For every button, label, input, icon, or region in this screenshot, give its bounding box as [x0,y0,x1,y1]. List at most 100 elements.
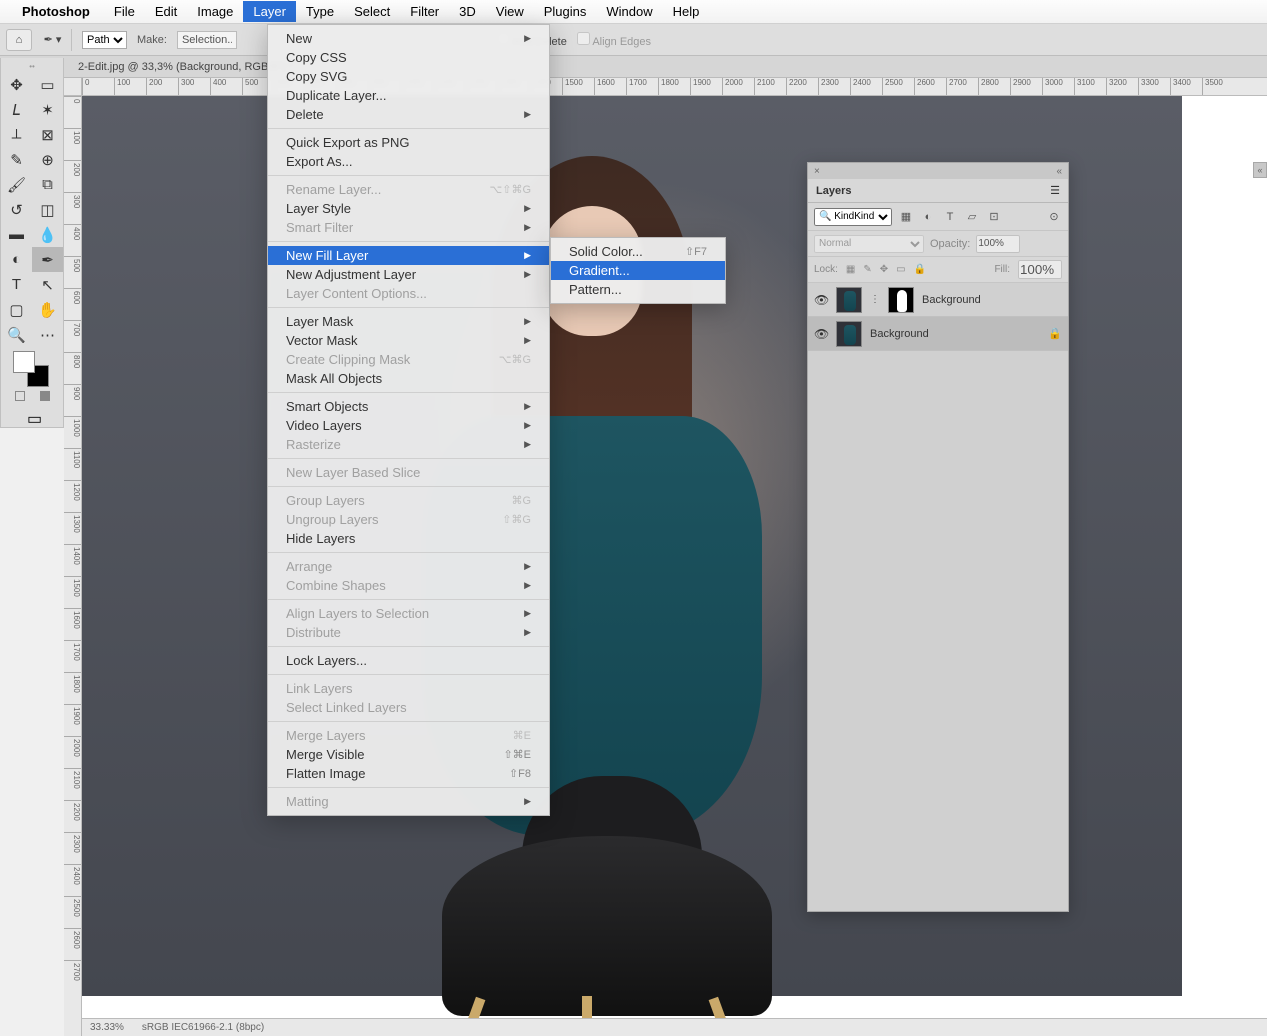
menu-image[interactable]: Image [187,1,243,22]
menu-item-delete[interactable]: Delete [268,105,549,124]
menu-item-layer-mask[interactable]: Layer Mask [268,312,549,331]
menu-item-mask-all-objects[interactable]: Mask All Objects [268,369,549,388]
brush-tool[interactable]: 🖌 [1,172,32,197]
path-select-tool[interactable]: ↖ [32,272,63,297]
selection-button[interactable] [177,31,237,49]
menu-layer[interactable]: Layer [243,1,296,22]
menu-item-hide-layers[interactable]: Hide Layers [268,529,549,548]
menu-edit[interactable]: Edit [145,1,187,22]
zoom-level[interactable]: 33.33% [90,1022,124,1033]
filter-pixel-icon[interactable]: ▦ [898,209,914,225]
visibility-icon[interactable]: 👁 [814,293,828,307]
visibility-icon[interactable]: 👁 [814,327,828,341]
standard-mode-icon[interactable] [15,391,25,401]
menu-plugins[interactable]: Plugins [534,1,597,22]
panel-close-icon[interactable]: × [814,166,820,177]
menu-item-video-layers[interactable]: Video Layers [268,416,549,435]
blend-mode-select[interactable]: Normal [814,235,924,253]
menu-item-solid-color[interactable]: Solid Color...⇧F7 [551,242,725,261]
eraser-tool[interactable]: ◫ [32,197,63,222]
layer-name[interactable]: Background [870,328,1040,340]
pen-tool[interactable]: ✒ [32,247,63,272]
filter-kind-select[interactable]: 🔍 KindKind [814,208,892,226]
menu-window[interactable]: Window [596,1,662,22]
shape-tool[interactable]: ▢ [1,297,32,322]
wand-tool[interactable]: ✶ [32,97,63,122]
screenmode-icon[interactable]: ▭ [27,409,37,419]
color-swatches[interactable] [1,347,63,387]
menu-item-pattern[interactable]: Pattern... [551,280,725,299]
lock-artboard-icon[interactable]: ▭ [896,264,905,275]
menu-item-new-fill-layer[interactable]: New Fill Layer [268,246,549,265]
menu-3d[interactable]: 3D [449,1,486,22]
fill-input[interactable] [1018,260,1062,279]
document-canvas[interactable] [82,96,1267,1018]
menu-item-vector-mask[interactable]: Vector Mask [268,331,549,350]
menu-item-duplicate-layer[interactable]: Duplicate Layer... [268,86,549,105]
filter-adjust-icon[interactable]: ◐ [920,209,936,225]
menu-filter[interactable]: Filter [400,1,449,22]
healing-tool[interactable]: ⊕ [32,147,63,172]
mask-thumbnail[interactable] [888,287,914,313]
lock-paint-icon[interactable]: ✎ [863,264,871,275]
layer-row[interactable]: 👁 Background 🔒 [808,317,1068,351]
menu-item-export-as[interactable]: Export As... [268,152,549,171]
home-button[interactable]: ⌂ [6,29,32,51]
move-tool[interactable]: ✥ [1,72,32,97]
filter-smart-icon[interactable]: ⊡ [986,209,1002,225]
frame-tool[interactable]: ⊠ [32,122,63,147]
lasso-tool[interactable]: 𝘓 [1,97,32,122]
menu-item-flatten-image[interactable]: Flatten Image⇧F8 [268,764,549,783]
current-tool-icon[interactable]: ✒ ▾ [42,29,72,51]
lock-all-icon[interactable]: 🔒 [914,264,926,275]
layer-thumbnail[interactable] [836,287,862,313]
foreground-color[interactable] [13,351,35,373]
ruler-horizontal[interactable]: 0100200300400500600700800900100011001200… [82,78,1267,96]
menu-type[interactable]: Type [296,1,344,22]
menu-item-copy-svg[interactable]: Copy SVG [268,67,549,86]
blur-tool[interactable]: 💧 [32,222,63,247]
ruler-vertical[interactable]: 0100200300400500600700800900100011001200… [64,96,82,1036]
lock-pixels-icon[interactable]: ▦ [846,264,855,275]
filter-shape-icon[interactable]: ▱ [964,209,980,225]
zoom-tool[interactable]: 🔍 [1,322,32,347]
layer-row[interactable]: 👁 ⋮ Background [808,283,1068,317]
opacity-input[interactable] [976,235,1020,253]
more-tools[interactable]: ⋯ [32,322,63,347]
menu-view[interactable]: View [486,1,534,22]
type-tool[interactable]: T [1,272,32,297]
layer-name[interactable]: Background [922,294,1062,306]
marquee-tool[interactable]: ▭ [32,72,63,97]
dodge-tool[interactable]: ◐ [1,247,32,272]
history-brush-tool[interactable]: ↺ [1,197,32,222]
panel-collapse-icon[interactable]: « [1056,166,1062,177]
mask-link-icon[interactable]: ⋮ [870,294,880,305]
mode-select[interactable]: Path [82,31,127,49]
menu-item-smart-objects[interactable]: Smart Objects [268,397,549,416]
eyedropper-tool[interactable]: ✎ [1,147,32,172]
menu-item-copy-css[interactable]: Copy CSS [268,48,549,67]
menu-select[interactable]: Select [344,1,400,22]
gradient-tool[interactable]: ▬ [1,222,32,247]
menu-help[interactable]: Help [663,1,710,22]
align-edges[interactable]: Align Edges [577,32,651,48]
panel-grip[interactable]: •• [1,62,63,72]
menu-item-lock-layers[interactable]: Lock Layers... [268,651,549,670]
stamp-tool[interactable]: ⧉ [32,172,63,197]
quickmask-icon[interactable] [40,391,50,401]
filter-toggle-icon[interactable]: ⊙ [1046,209,1062,225]
menu-item-new[interactable]: New [268,29,549,48]
menu-item-new-adjustment-layer[interactable]: New Adjustment Layer [268,265,549,284]
layers-tab[interactable]: Layers [816,185,851,197]
right-dock-expand-icon[interactable]: « [1253,162,1267,178]
lock-position-icon[interactable]: ✥ [880,264,888,275]
panel-menu-icon[interactable]: ☰ [1050,184,1060,197]
menu-item-quick-export-as-png[interactable]: Quick Export as PNG [268,133,549,152]
menu-file[interactable]: File [104,1,145,22]
filter-type-icon[interactable]: T [942,209,958,225]
layer-thumbnail[interactable] [836,321,862,347]
hand-tool[interactable]: ✋ [32,297,63,322]
ruler-origin[interactable] [64,78,82,96]
crop-tool[interactable]: ⟂ [1,122,32,147]
menu-item-merge-visible[interactable]: Merge Visible⇧⌘E [268,745,549,764]
